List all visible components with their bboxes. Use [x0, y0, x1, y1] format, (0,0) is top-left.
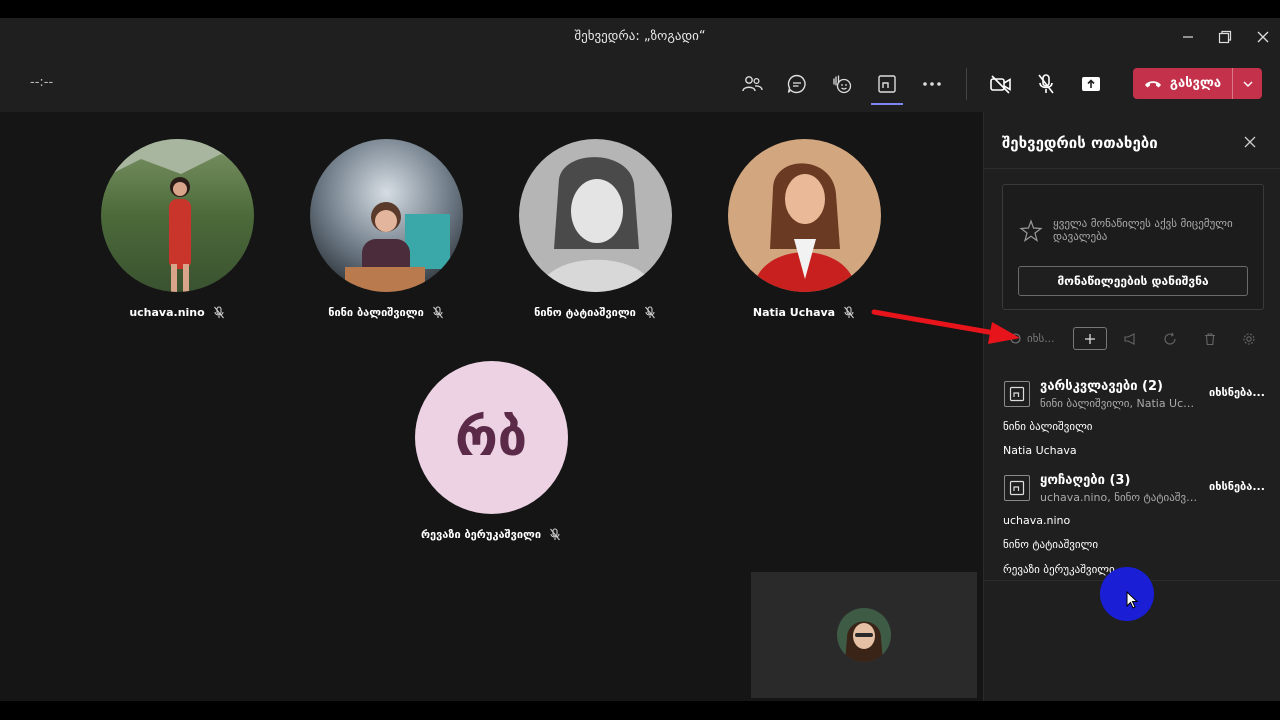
mic-off-icon	[550, 528, 560, 541]
more-options-button[interactable]	[918, 70, 946, 98]
title-bar: შეხვედრა: „ზოგადი“	[0, 18, 1280, 56]
refresh-icon	[1164, 332, 1176, 345]
participant-tile[interactable]: uchava.nino	[77, 139, 277, 319]
gear-icon	[1243, 333, 1255, 345]
participant-name: uchava.nino	[129, 306, 205, 319]
participant-name: ნინო ტატიაშვილი	[534, 306, 636, 319]
participant-photo	[309, 139, 463, 292]
participant-photo	[518, 139, 672, 292]
mic-off-icon	[644, 306, 655, 319]
raise-hand-icon	[833, 75, 852, 94]
letterbox-top	[0, 0, 1280, 18]
self-view-tile[interactable]	[751, 572, 977, 698]
sparkle-icon	[1019, 219, 1043, 247]
rooms-toolbar: იხს...	[1002, 327, 1264, 353]
breakout-room-icon	[1004, 381, 1030, 407]
room-participants: ნინი ბალიშვილი, Natia Uch...	[1040, 397, 1200, 410]
announcement-button[interactable]	[1122, 331, 1138, 347]
self-avatar	[837, 608, 891, 662]
room-member: uchava.nino	[1003, 514, 1071, 527]
minimize-button[interactable]	[1176, 26, 1200, 48]
chevron-down-icon	[1243, 81, 1252, 87]
recreate-rooms-button[interactable]	[1162, 331, 1178, 347]
panel-divider	[984, 168, 1280, 169]
minimize-icon	[1183, 36, 1193, 38]
avatar-initials: რბ	[454, 407, 528, 468]
participant-initials-avatar: რბ	[414, 361, 568, 514]
leave-button[interactable]: გასვლა	[1133, 68, 1232, 99]
breakout-room-icon	[1004, 475, 1030, 501]
participant-tile[interactable]: ნინო ტატიაშვილი	[495, 139, 695, 319]
participant-name: რევაზი ბერუკაშვილი	[420, 528, 542, 541]
participant-tile[interactable]: რბ რევაზი ბერუკაშვილი	[391, 361, 591, 541]
room-title: ყოჩაღები (3)	[1040, 473, 1131, 488]
assign-participants-button[interactable]: მონაწილეების დანიშვნა	[1018, 266, 1248, 296]
close-icon	[1257, 31, 1269, 43]
room-member: რევაზი ბერუკაშვილი	[1003, 563, 1115, 576]
leave-options-dropdown[interactable]	[1232, 68, 1262, 99]
more-icon	[923, 82, 941, 86]
breakout-rooms-button[interactable]	[871, 70, 903, 105]
camera-off-icon	[990, 75, 1011, 94]
leave-label: გასვლა	[1169, 76, 1222, 91]
reactions-button[interactable]	[828, 70, 856, 98]
mic-toggle-button[interactable]	[1032, 70, 1060, 98]
close-icon	[1244, 136, 1256, 148]
close-window-button[interactable]	[1251, 26, 1275, 48]
window-title: შეხვედრა: „ზოგადი“	[574, 29, 706, 44]
megaphone-icon	[1124, 333, 1135, 345]
panel-title: შეხვედრის ოთახები	[1002, 134, 1158, 152]
breakout-room-item[interactable]: ყოჩაღები (3) uchava.nino, ნინო ტატიაშვი.…	[1002, 470, 1267, 506]
room-title: ვარსკვლავები (2)	[1040, 379, 1163, 394]
share-content-button[interactable]	[1077, 70, 1105, 98]
hang-up-icon	[1144, 80, 1161, 87]
participant-tile[interactable]: ნინი ბალიშვილი	[286, 139, 486, 319]
open-rooms-label: იხს...	[1027, 332, 1055, 345]
participant-name: Natia Uchava	[752, 306, 836, 319]
leave-button-group: გასვლა	[1133, 68, 1262, 99]
participant-name: ნინი ბალიშვილი	[328, 306, 424, 319]
trash-icon	[1205, 333, 1215, 346]
plus-icon	[1085, 333, 1095, 344]
room-member: ნინო ტატიაშვილი	[1003, 538, 1099, 551]
mouse-pointer-icon	[1126, 591, 1139, 609]
people-button[interactable]	[738, 70, 766, 98]
participant-photo	[100, 139, 254, 292]
mic-off-icon	[432, 306, 443, 319]
letterbox-bottom	[0, 701, 1280, 720]
room-status: იხსნება...	[1209, 480, 1265, 493]
mic-off-icon	[1038, 74, 1054, 94]
camera-toggle-button[interactable]	[987, 70, 1015, 98]
room-member: ნინი ბალიშვილი	[1003, 420, 1093, 433]
meeting-timer: --:--	[30, 75, 54, 90]
assign-participants-card: ყველა მონაწილეს აქვს მიცემული დავალება მ…	[1002, 184, 1264, 310]
toolbar-separator	[966, 68, 967, 100]
breakout-rooms-icon	[878, 75, 896, 93]
video-stage: uchava.nino ნინი ბალიშვილი ნინო ტატიაშვი…	[0, 112, 983, 701]
meeting-toolbar: --:--	[0, 56, 1280, 112]
chat-button[interactable]	[783, 70, 811, 98]
room-participants: uchava.nino, ნინო ტატიაშვი...	[1040, 491, 1200, 504]
chat-icon	[787, 74, 806, 94]
room-status: იხსნება...	[1209, 386, 1265, 399]
mic-off-icon	[844, 306, 855, 319]
share-icon	[1082, 77, 1100, 91]
room-settings-button[interactable]	[1241, 331, 1257, 347]
maximize-button[interactable]	[1213, 26, 1237, 48]
delete-rooms-button[interactable]	[1202, 331, 1218, 347]
mic-off-icon	[213, 306, 224, 319]
people-icon	[742, 76, 763, 92]
restore-icon	[1218, 30, 1232, 44]
participant-tile[interactable]: Natia Uchava	[704, 139, 904, 319]
annotation-arrow	[871, 309, 1020, 344]
participant-photo	[727, 139, 881, 292]
room-member: Natia Uchava	[1003, 444, 1077, 457]
add-room-button[interactable]	[1073, 327, 1107, 350]
assign-status-text: ყველა მონაწილეს აქვს მიცემული დავალება	[1053, 217, 1233, 243]
breakout-room-item[interactable]: ვარსკვლავები (2) ნინი ბალიშვილი, Natia U…	[1002, 376, 1267, 412]
panel-close-button[interactable]	[1240, 132, 1260, 152]
